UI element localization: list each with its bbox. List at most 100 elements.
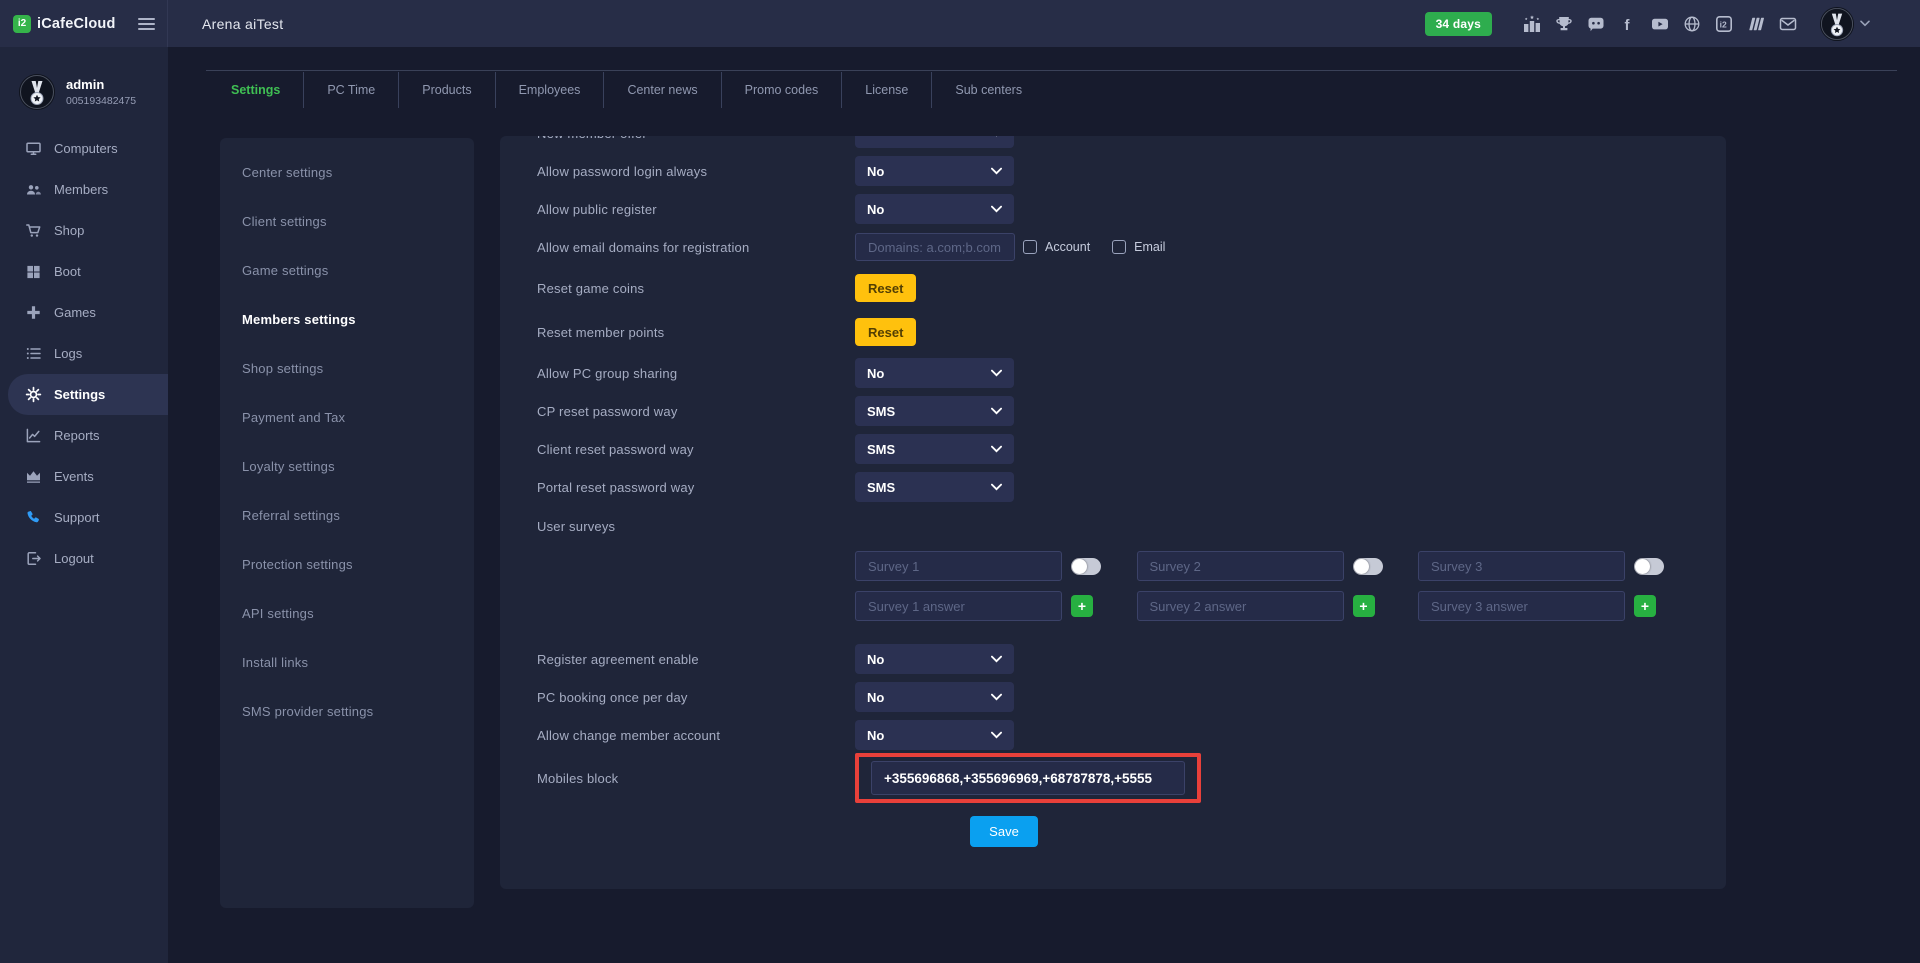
settings-menu-game-settings[interactable]: Game settings (220, 246, 474, 295)
email-domains-input[interactable] (855, 233, 1015, 261)
settings-menu-center-settings[interactable]: Center settings (220, 148, 474, 197)
survey-3-input[interactable] (1418, 551, 1625, 581)
tab-sub-centers[interactable]: Sub centers (931, 72, 1045, 108)
sidebar-item-events[interactable]: Events (0, 456, 168, 497)
account-checkbox[interactable] (1023, 240, 1037, 254)
portal-reset-password-select[interactable]: SMS (855, 472, 1014, 502)
form-row-pc-group-sharing: Allow PC group sharing No (537, 354, 1689, 392)
sidebar-item-logs[interactable]: Logs (0, 333, 168, 374)
center-name: Arena aiTest (202, 16, 283, 32)
form-row-new-member-offer: New member offer (537, 136, 1689, 152)
ranking-podium-icon[interactable] (1523, 15, 1541, 33)
account-checkbox-label: Account (1045, 240, 1090, 254)
allow-public-register-select[interactable]: No (855, 194, 1014, 224)
menu-toggle-button[interactable] (138, 18, 155, 30)
mail-icon[interactable] (1779, 15, 1797, 33)
form-row-survey-answers: + + + (537, 586, 1689, 626)
settings-menu-shop-settings[interactable]: Shop settings (220, 344, 474, 393)
user-id: 005193482475 (66, 95, 136, 107)
settings-menu-sms-provider-settings[interactable]: SMS provider settings (220, 687, 474, 736)
sidebar-item-computers[interactable]: Computers (0, 128, 168, 169)
form-row-mobiles-block: Mobiles block (537, 754, 1689, 802)
settings-menu-client-settings[interactable]: Client settings (220, 197, 474, 246)
reset-member-points-button[interactable]: Reset (855, 318, 916, 346)
discord-icon[interactable] (1587, 15, 1605, 33)
form-row-cp-reset-password: CP reset password way SMS (537, 392, 1689, 430)
reset-game-coins-button[interactable]: Reset (855, 274, 916, 302)
form-row-reset-member-points: Reset member points Reset (537, 310, 1689, 354)
sidebar-item-reports[interactable]: Reports (0, 415, 168, 456)
settings-menu-members-settings[interactable]: Members settings (220, 295, 474, 344)
games-dpad-icon (25, 304, 42, 321)
survey-2-add-answer-button[interactable]: + (1353, 595, 1375, 617)
survey-2-toggle[interactable] (1353, 558, 1383, 575)
form-row-allow-change-member-account: Allow change member account No (537, 716, 1689, 754)
stack-icon[interactable] (1747, 15, 1765, 33)
sidebar-item-logout[interactable]: Logout (0, 538, 168, 579)
sidebar-nav: Computers Members Shop Boot Games Logs (0, 128, 168, 579)
new-member-offer-select[interactable] (855, 136, 1014, 148)
sidebar-user-block: admin 005193482475 (0, 47, 168, 120)
settings-menu-install-links[interactable]: Install links (220, 638, 474, 687)
survey-1-input[interactable] (855, 551, 1062, 581)
form-row-register-agreement: Register agreement enable No (537, 640, 1689, 678)
sidebar-item-shop[interactable]: Shop (0, 210, 168, 251)
svg-text:f: f (1625, 17, 1631, 33)
chevron-down-icon[interactable] (1860, 20, 1870, 27)
survey-3-add-answer-button[interactable]: + (1634, 595, 1656, 617)
youtube-icon[interactable] (1651, 15, 1669, 33)
logs-icon (25, 345, 42, 362)
settings-menu-payment-and-tax[interactable]: Payment and Tax (220, 393, 474, 442)
brand-name: iCafeCloud (37, 16, 116, 32)
survey-1-add-answer-button[interactable]: + (1071, 595, 1093, 617)
sidebar: admin 005193482475 Computers Members Sho… (0, 47, 168, 963)
survey-3-toggle[interactable] (1634, 558, 1664, 575)
support-phone-icon (25, 509, 42, 526)
settings-menu-loyalty-settings[interactable]: Loyalty settings (220, 442, 474, 491)
settings-menu-protection-settings[interactable]: Protection settings (220, 540, 474, 589)
license-days-badge[interactable]: 34 days (1425, 12, 1492, 36)
allow-password-login-select[interactable]: No (855, 156, 1014, 186)
pc-booking-select[interactable]: No (855, 682, 1014, 712)
tab-employees[interactable]: Employees (495, 72, 604, 108)
form-row-reset-game-coins: Reset game coins Reset (537, 266, 1689, 310)
pc-group-sharing-select[interactable]: No (855, 358, 1014, 388)
sidebar-item-support[interactable]: Support (0, 497, 168, 538)
survey-1-answer-input[interactable] (855, 591, 1062, 621)
survey-2-answer-input[interactable] (1137, 591, 1344, 621)
mobiles-block-input[interactable] (871, 761, 1185, 795)
client-reset-password-select[interactable]: SMS (855, 434, 1014, 464)
tab-products[interactable]: Products (398, 72, 494, 108)
register-agreement-select[interactable]: No (855, 644, 1014, 674)
globe-icon[interactable] (1683, 15, 1701, 33)
sidebar-item-settings[interactable]: Settings (8, 374, 168, 415)
form-row-client-reset-password: Client reset password way SMS (537, 430, 1689, 468)
survey-3-answer-input[interactable] (1418, 591, 1625, 621)
sidebar-item-members[interactable]: Members (0, 169, 168, 210)
tab-pc-time[interactable]: PC Time (303, 72, 398, 108)
brand-logo-icon: i2 (13, 15, 31, 33)
tab-center-news[interactable]: Center news (603, 72, 720, 108)
sidebar-item-games[interactable]: Games (0, 292, 168, 333)
settings-menu-api-settings[interactable]: API settings (220, 589, 474, 638)
survey-1-toggle[interactable] (1071, 558, 1101, 575)
settings-menu: Center settings Client settings Game set… (220, 138, 474, 908)
sidebar-item-boot[interactable]: Boot (0, 251, 168, 292)
save-button[interactable]: Save (970, 816, 1038, 847)
settings-menu-referral-settings[interactable]: Referral settings (220, 491, 474, 540)
svg-text:i2: i2 (1720, 19, 1727, 29)
tab-promo-codes[interactable]: Promo codes (721, 72, 842, 108)
shop-cart-icon (25, 222, 42, 239)
cp-reset-password-select[interactable]: SMS (855, 396, 1014, 426)
icafecloud-app: i2 iCafeCloud Arena aiTest 34 days f (0, 0, 1920, 963)
icafecloud-site-icon[interactable]: i2 (1715, 15, 1733, 33)
email-checkbox[interactable] (1112, 240, 1126, 254)
tab-license[interactable]: License (841, 72, 931, 108)
sidebar-user-avatar[interactable] (19, 74, 55, 110)
survey-2-input[interactable] (1137, 551, 1344, 581)
facebook-icon[interactable]: f (1619, 15, 1637, 33)
user-avatar[interactable] (1820, 7, 1854, 41)
tab-settings[interactable]: Settings (208, 72, 303, 108)
trophy-icon[interactable] (1555, 15, 1573, 33)
allow-change-member-account-select[interactable]: No (855, 720, 1014, 750)
